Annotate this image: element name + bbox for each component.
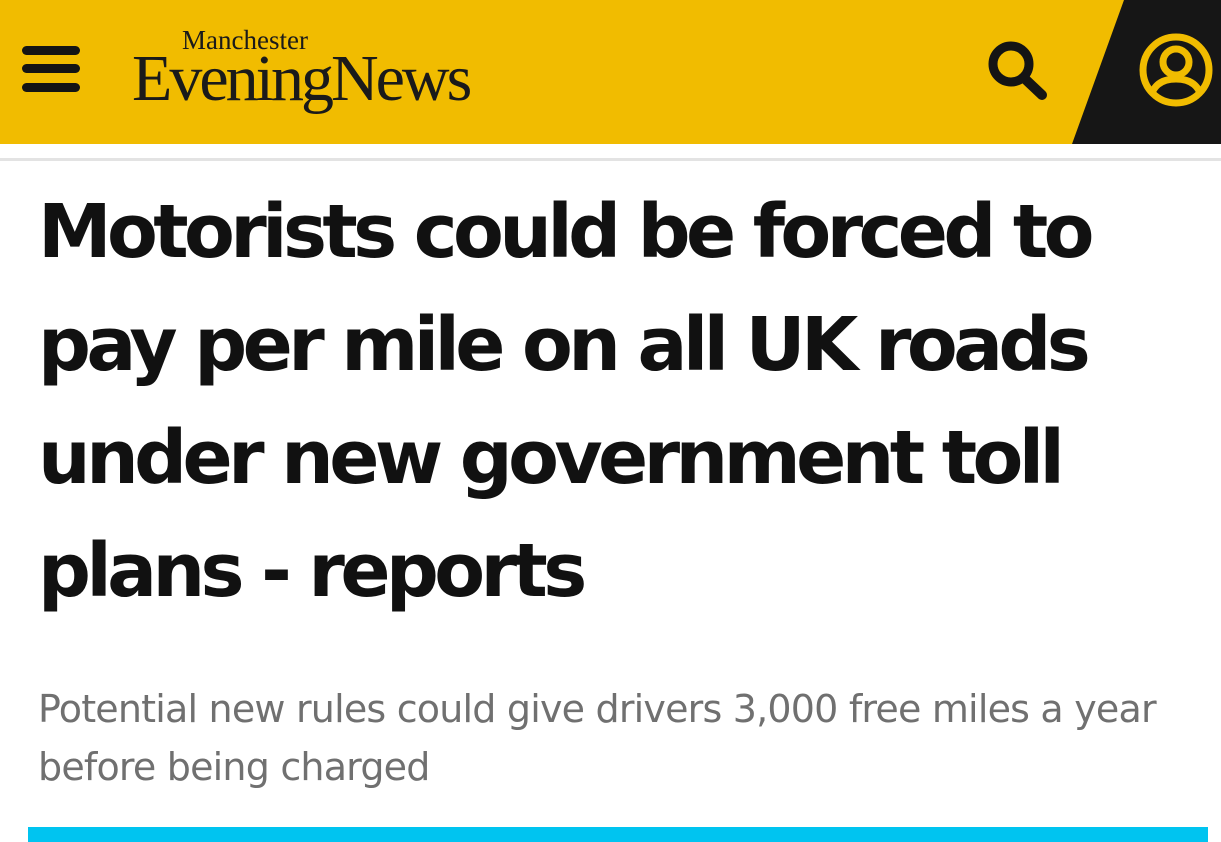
media-top-bar (28, 827, 1208, 842)
user-account-icon[interactable] (1137, 31, 1215, 109)
article-standfirst: Potential new rules could give drivers 3… (38, 687, 1157, 789)
article-headline: Motorists could be forced to pay per mil… (38, 189, 1095, 614)
menu-bar (22, 83, 80, 92)
site-header: Manchester EveningNews (0, 0, 1221, 144)
site-logo[interactable]: Manchester EveningNews (132, 24, 552, 124)
hamburger-menu-icon[interactable] (22, 46, 80, 92)
search-icon[interactable] (984, 38, 1050, 102)
logo-main-line: EveningNews (132, 42, 472, 115)
header-divider (0, 158, 1221, 161)
menu-bar (22, 46, 80, 55)
menu-bar (22, 64, 80, 73)
